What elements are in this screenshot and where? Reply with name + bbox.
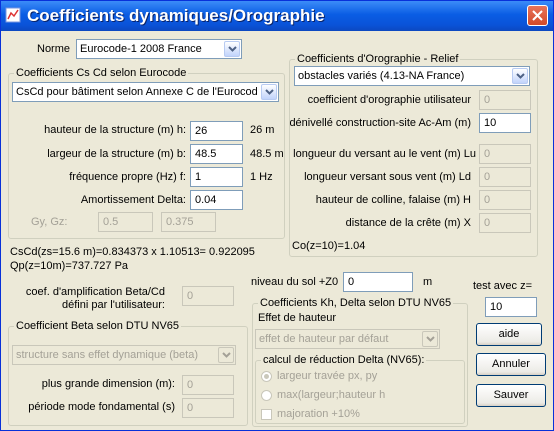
chevron-down-icon (265, 89, 274, 95)
gz-input[interactable]: 0.375 (161, 212, 216, 232)
longueur-sous-vent-label: longueur versant sous vent (m) Ld (304, 171, 471, 183)
niveau-sol-input[interactable]: 0 (343, 272, 413, 292)
option-max-radio[interactable] (261, 390, 272, 401)
test-z-label: test avec z= (473, 280, 533, 292)
kh-delta-group-title: Coefficients Kh, Delta selon DTU NV65 (258, 296, 454, 310)
orographie-type-select[interactable]: obstacles variés (4.13-NA France) (294, 66, 530, 86)
largeur-input[interactable]: 48.5 (190, 144, 243, 164)
periode-input[interactable]: 0 (182, 398, 234, 418)
longueur-vent-input[interactable]: 0 (479, 144, 531, 164)
gy-input[interactable]: 0.5 (98, 212, 153, 232)
hauteur-input[interactable]: 26 (190, 121, 243, 141)
largeur-label: largeur de la structure (m) b: (47, 148, 186, 160)
largeur-unit: 48.5 m (250, 148, 284, 160)
gy-gz-label: Gy, Gz: (31, 216, 68, 228)
beta-nv65-type-value: structure sans effet dynamique (beta) (16, 349, 199, 361)
majoration-checkbox[interactable] (261, 409, 272, 420)
app-icon (5, 7, 21, 23)
hauteur-colline-input[interactable]: 0 (479, 190, 531, 210)
reduction-delta-group-title: calcul de réduction Delta (NV65): (261, 353, 427, 367)
dimension-label: plus grande dimension (m): (41, 378, 175, 390)
cscd-result: CsCd(zs=15.6 m)=0.834373 x 1.10513= 0.92… (10, 246, 255, 258)
norme-label: Norme (37, 43, 71, 55)
frequence-label: fréquence propre (Hz) f: (69, 171, 186, 183)
orographie-group-title: Coefficients d'Orographie - Relief (295, 52, 461, 66)
beta-user-input[interactable]: 0 (182, 286, 234, 306)
amortissement-label: Amortissement Delta: (80, 194, 186, 206)
close-button[interactable] (527, 5, 548, 26)
longueur-sous-vent-input[interactable]: 0 (479, 167, 531, 187)
coef-utilisateur-label: coefficient d'orographie utilisateur (307, 94, 471, 106)
cscd-method-value: CsCd pour bâtiment selon Annexe C de l'E… (16, 86, 258, 98)
coef-utilisateur-input[interactable]: 0 (479, 90, 531, 110)
denivelle-input[interactable]: 10 (479, 113, 531, 133)
majoration-label[interactable]: majoration +10% (277, 408, 360, 420)
cscd-method-select[interactable]: CsCd pour bâtiment selon Annexe C de l'E… (12, 82, 279, 102)
norme-select[interactable]: Eurocode-1 2008 France (76, 39, 242, 59)
norme-value: Eurocode-1 2008 France (80, 43, 202, 55)
chevron-down-icon (426, 336, 435, 342)
distance-crete-input[interactable]: 0 (479, 213, 531, 233)
beta-user-label-line2: défini par l'utilisateur: (62, 299, 165, 311)
dimension-input[interactable]: 0 (182, 375, 234, 395)
beta-nv65-dropdown-button[interactable] (218, 347, 234, 363)
beta-nv65-type-select[interactable]: structure sans effet dynamique (beta) (12, 345, 236, 365)
annuler-button[interactable]: Annuler (476, 353, 546, 376)
dialog-window: Coefficients dynamiques/Orographie Norme… (0, 0, 554, 431)
chevron-down-icon (222, 352, 231, 358)
test-z-input[interactable]: 10 (485, 297, 537, 317)
distance-crete-label: distance de la crête (m) X (345, 217, 471, 229)
chevron-down-icon (228, 46, 237, 52)
effet-hauteur-label: Effet de hauteur (258, 312, 337, 324)
amortissement-input[interactable]: 0.04 (190, 190, 243, 210)
orographie-type-value: obstacles variés (4.13-NA France) (298, 70, 465, 82)
norme-dropdown-button[interactable] (224, 41, 240, 57)
beta-user-label-line1: coef. d'amplification Beta/Cd (25, 286, 165, 298)
hauteur-unit: 26 m (250, 124, 275, 136)
sauver-button[interactable]: Sauver (476, 384, 546, 407)
beta-nv65-group-title: Coefficient Beta selon DTU NV65 (14, 319, 182, 333)
denivelle-label: dénivellé construction-site Ac-Am (m) (289, 117, 471, 129)
hauteur-label: hauteur de la structure (m) h: (44, 124, 186, 136)
option-largeur-radio[interactable] (261, 371, 272, 382)
option-largeur-label[interactable]: largeur travée px, py (277, 370, 377, 382)
frequence-input[interactable]: 1 (190, 167, 243, 187)
effet-hauteur-dropdown-button[interactable] (422, 331, 438, 347)
cscd-group-title: Coefficients Cs Cd selon Eurocode (14, 66, 189, 80)
hauteur-colline-label: hauteur de colline, falaise (m) H (315, 194, 471, 206)
aide-button[interactable]: aide (476, 323, 542, 346)
effet-hauteur-value: effet de hauteur par défaut (259, 333, 389, 345)
niveau-sol-unit: m (423, 276, 433, 288)
longueur-vent-label: longueur du versant au le vent (m) Lu (293, 148, 476, 160)
qp-result: Qp(z=10m)=737.727 Pa (10, 260, 129, 272)
effet-hauteur-select[interactable]: effet de hauteur par défaut (255, 329, 440, 349)
cscd-method-dropdown-button[interactable] (261, 84, 277, 100)
option-max-label[interactable]: max(largeur;hauteur h (277, 389, 385, 401)
chevron-down-icon (516, 73, 525, 79)
title-bar[interactable]: Coefficients dynamiques/Orographie (1, 1, 553, 31)
close-icon (532, 10, 543, 21)
niveau-sol-label: niveau du sol +Z0 (251, 276, 339, 288)
orographie-result: Co(z=10)=1.04 (292, 240, 366, 252)
periode-label: période mode fondamental (s) (28, 401, 175, 413)
orographie-type-dropdown-button[interactable] (512, 68, 528, 84)
window-title: Coefficients dynamiques/Orographie (27, 6, 325, 25)
frequence-unit: 1 Hz (250, 171, 273, 183)
radio-selected-dot (264, 374, 269, 379)
